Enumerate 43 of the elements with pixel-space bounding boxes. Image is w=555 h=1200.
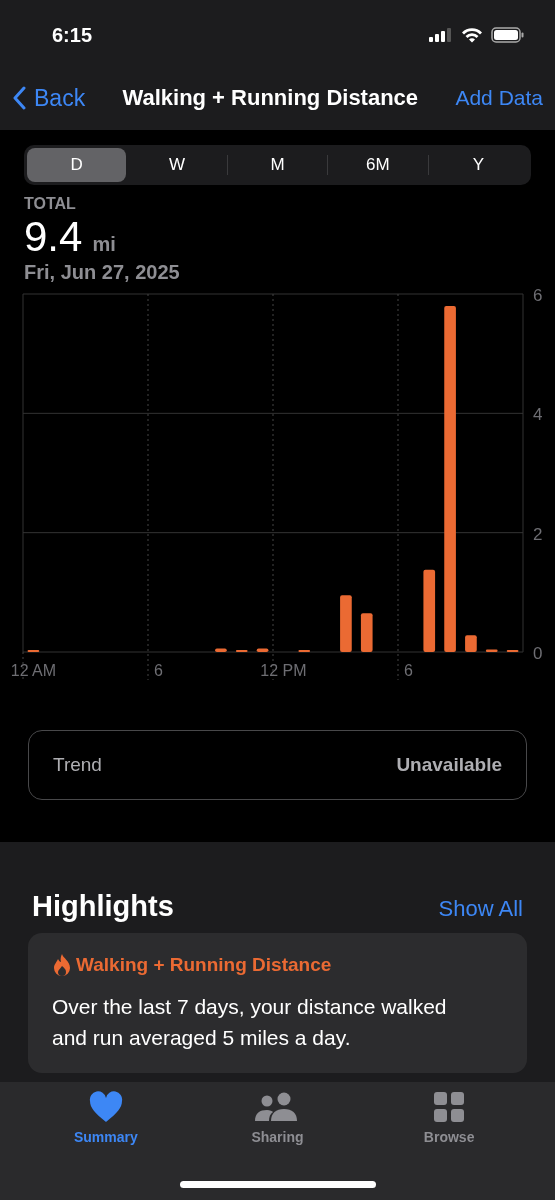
highlight-card[interactable]: Walking + Running Distance Over the last 7 days, your distance walked and run averaged 5 miles a day. xyxy=(28,933,527,1073)
chevron-left-icon xyxy=(12,86,26,110)
add-data-link[interactable]: Add Data xyxy=(455,86,543,110)
axis-label: 12 PM xyxy=(260,662,307,679)
axis-label: 4 xyxy=(533,405,543,425)
segment-tab[interactable]: M xyxy=(227,148,328,182)
segment-tab[interactable]: Y xyxy=(428,148,529,182)
trend-row[interactable]: Trend Unavailable xyxy=(28,730,527,800)
tab-bar-item[interactable]: Sharing xyxy=(222,1090,333,1200)
chart-bar xyxy=(256,648,269,652)
section-title: Highlights xyxy=(32,890,174,923)
axis-label: 12 AM xyxy=(10,662,57,679)
axis-label: 6 xyxy=(403,662,413,679)
flame-icon xyxy=(52,953,72,977)
screen-title: Walking + Running Distance xyxy=(121,85,420,111)
axis-label: 6 xyxy=(533,286,543,305)
tab-bar-item[interactable]: Browse xyxy=(394,1090,505,1200)
segment-tab[interactable]: D xyxy=(27,148,127,182)
chart-bar xyxy=(360,613,373,652)
segment-tab[interactable]: W xyxy=(127,148,227,182)
chart-bar xyxy=(465,635,477,652)
tab-bar-item[interactable]: Summary xyxy=(50,1090,161,1200)
status-time: 6:15 xyxy=(52,23,93,47)
wifi-icon xyxy=(461,27,483,43)
date-label: Fri, Jun 27, 2025 xyxy=(24,261,181,284)
axis-label: 2 xyxy=(533,524,543,544)
highlight-text: Over the last 7 days, your distance walked and run averaged 5 miles a day. xyxy=(52,994,448,1051)
signal-icon xyxy=(429,28,453,42)
grid-icon xyxy=(433,1091,466,1123)
chart-bar xyxy=(215,648,227,652)
heart-icon xyxy=(88,1091,123,1123)
axis-label: 6 xyxy=(153,662,163,679)
highlight-title: Walking + Running Distance xyxy=(76,954,332,976)
total-label: TOTAL xyxy=(24,195,77,213)
show-all-link[interactable]: Show All xyxy=(438,896,523,922)
battery-icon xyxy=(491,27,525,43)
chart-bar xyxy=(340,595,352,652)
chart-bar xyxy=(485,649,498,652)
segment-tab[interactable]: 6M xyxy=(328,148,428,182)
unit-label: mi xyxy=(92,233,116,256)
axis-label: 0 xyxy=(533,644,543,663)
total-value: 9.4 xyxy=(24,213,83,261)
back-button[interactable]: Back xyxy=(12,84,86,112)
